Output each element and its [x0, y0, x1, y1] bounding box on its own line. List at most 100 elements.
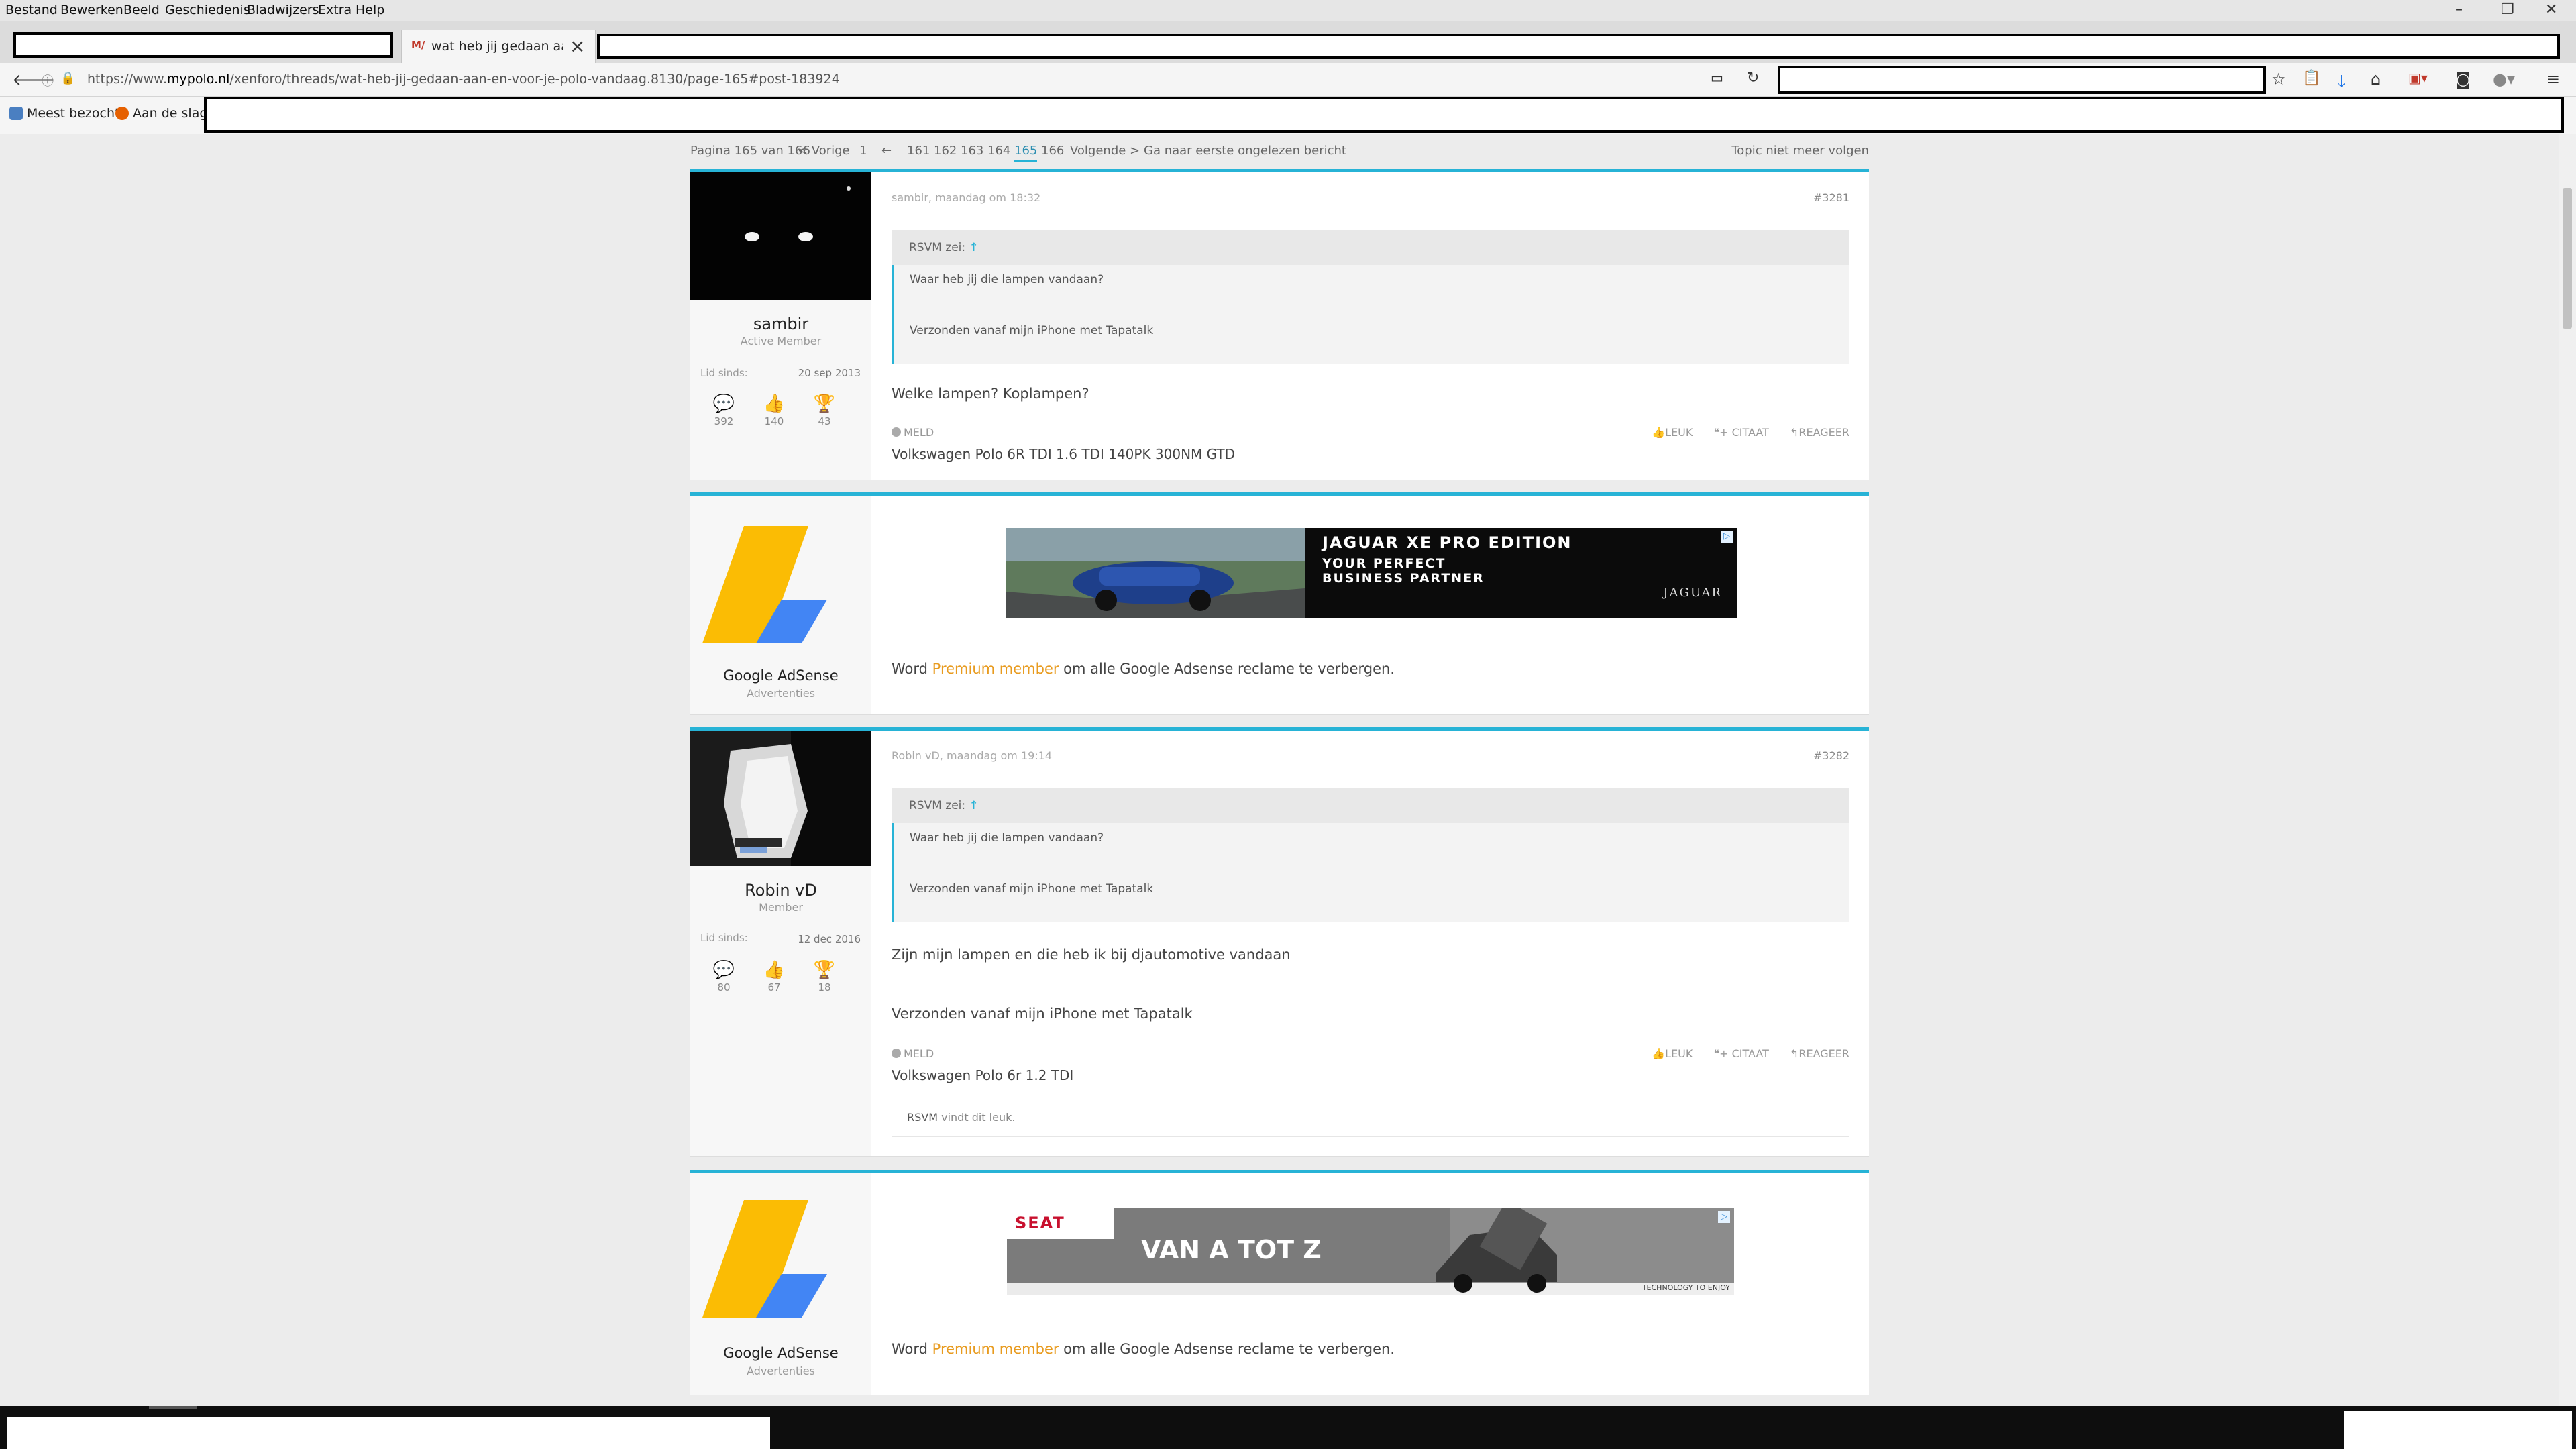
like-button[interactable]: 👍LEUK — [1652, 426, 1693, 439]
report-button[interactable]: MELD — [892, 426, 934, 439]
bookmark-meest-bezocht[interactable]: Meest bezocht — [9, 106, 119, 121]
tab-bar: M/ wat heb jij gedaan aan e × — [0, 21, 2576, 63]
liker-link[interactable]: RSVM — [907, 1111, 938, 1124]
scrollbar-thumb[interactable] — [2563, 188, 2572, 329]
menu-bewerken[interactable]: Bewerken — [60, 3, 123, 17]
post-number[interactable]: #3281 — [1813, 191, 1849, 204]
user-panel: sambir Active Member Lid sinds: 20 sep 2… — [690, 172, 871, 480]
signature: Volkswagen Polo 6R TDI 1.6 TDI 140PK 300… — [892, 446, 1236, 462]
quote-jump-arrow-icon[interactable]: ↑ — [969, 241, 979, 254]
reader-view-icon[interactable]: ▭ — [1711, 70, 1723, 86]
active-tab[interactable]: M/ wat heb jij gedaan aan e × — [401, 30, 596, 63]
lock-warning-icon[interactable]: 🔒 — [60, 71, 75, 85]
bookmark-star-icon[interactable]: ☆ — [2271, 70, 2286, 89]
quote-header: RSVM zei: ↑ — [892, 788, 1849, 823]
url-host: mypolo.nl — [167, 72, 230, 87]
menu-help[interactable]: Help — [356, 3, 384, 17]
bookmark-aan-de-slag[interactable]: Aan de slag — [115, 106, 207, 121]
page-link-165-current[interactable]: 165 — [1014, 144, 1038, 162]
speech-bubble-icon: 💬 — [712, 394, 735, 414]
report-icon — [892, 1049, 901, 1058]
page-count-label: Pagina 165 van 166 — [690, 144, 810, 158]
premium-member-link[interactable]: Premium member — [932, 661, 1059, 677]
thumbs-up-icon: 👍 — [1652, 1047, 1666, 1060]
unfollow-topic-link[interactable]: Topic niet meer volgen — [1731, 144, 1869, 158]
site-favicon-icon: M/ — [411, 39, 425, 51]
close-window-icon[interactable]: ✕ — [2545, 1, 2557, 18]
page-back-arrow[interactable]: ← — [881, 144, 892, 158]
clipboard-icon[interactable]: 📋 — [2302, 70, 2320, 87]
menu-geschiedenis[interactable]: Geschiedenis — [165, 3, 250, 17]
page-link-164[interactable]: 164 — [987, 144, 1010, 158]
next-page-link[interactable]: Volgende > — [1070, 144, 1140, 158]
menu-bestand[interactable]: Bestand — [5, 3, 58, 17]
post-number[interactable]: #3282 — [1813, 749, 1849, 762]
adsense-logo-icon — [702, 1200, 827, 1318]
stat-points: 🏆 43 — [804, 394, 845, 427]
bookmark-label: Aan de slag — [133, 106, 208, 121]
page-link-163[interactable]: 163 — [961, 144, 983, 158]
adchoices-icon[interactable]: ▷ — [1721, 531, 1733, 543]
avatar[interactable] — [690, 731, 871, 866]
like-button[interactable]: 👍LEUK — [1652, 1047, 1693, 1060]
quote-jump-arrow-icon[interactable]: ↑ — [969, 799, 979, 812]
premium-member-link[interactable]: Premium member — [932, 1341, 1059, 1357]
restore-icon[interactable]: ❐ — [2501, 1, 2514, 18]
premium-promo: Word Premium member om alle Google Adsen… — [892, 1341, 1395, 1357]
report-button[interactable]: MELD — [892, 1047, 934, 1060]
post-body: Robin vD, maandag om 19:14 #3282 RSVM ze… — [892, 731, 1849, 1160]
quote-button[interactable]: ❝+ CITAAT — [1713, 1047, 1768, 1060]
pocket-icon[interactable]: ◙ — [2455, 70, 2471, 89]
bookmark-label: Meest bezocht — [27, 106, 120, 121]
page-link-161[interactable]: 161 — [907, 144, 930, 158]
home-icon[interactable]: ⌂ — [2371, 70, 2381, 89]
adsense-logo-icon — [702, 526, 827, 643]
post-actions: 👍LEUK ❝+ CITAAT ↰REAGEER — [1634, 426, 1849, 439]
quote-line: Verzonden vanaf mijn iPhone met Tapatalk — [910, 324, 1154, 337]
prev-page-link[interactable]: < Vorige — [798, 144, 850, 158]
jaguar-car-image — [1006, 528, 1305, 618]
points-count: 18 — [818, 981, 831, 994]
menu-extra[interactable]: Extra — [318, 3, 352, 17]
joined-date: 20 sep 2013 — [798, 367, 861, 379]
seat-ad-banner[interactable]: SEAT VAN A TOT Z TECHNOLOGY TO ENJOY ▷ — [1007, 1208, 1734, 1295]
quote-button[interactable]: ❝+ CITAAT — [1713, 426, 1768, 439]
jaguar-ad-banner[interactable]: JAGUAR XE PRO EDITION YOUR PERFECT BUSIN… — [1006, 528, 1737, 618]
ad-name: Google AdSense — [723, 1345, 839, 1361]
post-meta[interactable]: Robin vD, maandag om 19:14 — [892, 749, 1052, 762]
menu-bladwijzers[interactable]: Bladwijzers — [247, 3, 319, 17]
username[interactable]: sambir — [690, 315, 871, 333]
ad-user-panel: Google AdSense Advertenties — [690, 496, 871, 714]
page-link-166[interactable]: 166 — [1041, 144, 1064, 158]
extension-icon[interactable]: ▣▾ — [2408, 70, 2428, 86]
stat-likes: 👍 67 — [754, 960, 794, 994]
pagination: Pagina 165 van 166 < Vorige 1 ← 161 162 … — [690, 144, 1869, 168]
menu-beeld[interactable]: Beeld — [123, 3, 160, 17]
tab-close-icon[interactable]: × — [570, 35, 585, 57]
hamburger-menu-icon[interactable]: ≡ — [2546, 70, 2560, 89]
adchoices-icon[interactable]: ▷ — [1718, 1211, 1730, 1223]
reload-icon[interactable]: ↻ — [1747, 70, 1759, 87]
reply-button[interactable]: ↰REAGEER — [1790, 1047, 1849, 1060]
username[interactable]: Robin vD — [690, 881, 871, 900]
ad-line: YOUR PERFECT — [1322, 556, 1446, 571]
page-link-162[interactable]: 162 — [934, 144, 957, 158]
promo-text: om alle Google Adsense reclame te verber… — [1059, 1341, 1395, 1357]
first-unread-link[interactable]: Ga naar eerste ongelezen bericht — [1144, 144, 1346, 158]
report-icon — [892, 427, 901, 437]
trophy-icon: 🏆 — [813, 394, 836, 414]
address-bar[interactable]: https://www.mypolo.nl/xenforo/threads/wa… — [87, 72, 840, 87]
info-icon[interactable]: ⓘ — [42, 72, 54, 89]
reply-button[interactable]: ↰REAGEER — [1790, 426, 1849, 439]
download-icon[interactable]: 🡓 — [2337, 70, 2345, 97]
page-link-1[interactable]: 1 — [859, 144, 867, 158]
ad-line: BUSINESS PARTNER — [1322, 571, 1485, 586]
vertical-scrollbar[interactable] — [2559, 134, 2576, 1406]
avatar[interactable] — [690, 172, 871, 300]
addon-icon[interactable]: ●▾ — [2493, 70, 2515, 89]
likes-summary: RSVM vindt dit leuk. — [892, 1097, 1849, 1137]
ad-body: SEAT VAN A TOT Z TECHNOLOGY TO ENJOY ▷ W… — [892, 1173, 1849, 1399]
taskbar-indicator — [149, 1406, 197, 1409]
minimize-icon[interactable]: – — [2455, 1, 2463, 18]
post-meta[interactable]: sambir, maandag om 18:32 — [892, 191, 1040, 204]
